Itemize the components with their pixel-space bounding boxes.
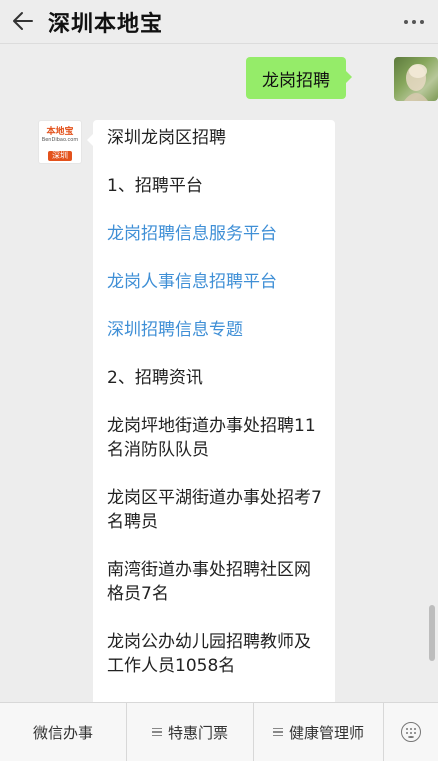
user-avatar-image [404,64,428,101]
message-text[interactable]: 南湾街道办事处招聘社区网格员7名 [107,558,323,606]
message-link[interactable]: 龙岗人事信息招聘平台 [107,270,323,294]
chat-title: 深圳本地宝 [48,11,164,37]
bot-avatar[interactable]: 本地宝 BenDibao.com 深圳 [38,120,82,164]
menu-item-label: 健康管理师 [288,723,364,742]
message-link[interactable]: 龙岗招聘信息服务平台 [107,222,323,246]
message-link[interactable]: 深圳招聘信息专题 [107,318,323,342]
bot-logo-city: 深圳 [48,151,72,161]
menu-item-label: 微信办事 [32,723,93,742]
message-text[interactable]: 龙岗公办幼儿园招聘教师及工作人员1058名 [107,630,323,678]
menu-item-3[interactable]: 健康管理师 [254,703,384,761]
back-button[interactable] [6,0,46,44]
message-text: 1、招聘平台 [107,176,203,196]
bottom-menu-bar: 微信办事 特惠门票 健康管理师 [0,702,438,761]
bot-message-bubble: 深圳龙岗区招聘 1、招聘平台龙岗招聘信息服务平台 龙岗人事信息招聘平台 深圳招聘信息专… [87,120,335,720]
menu-item-2[interactable]: 特惠门票 [127,703,254,761]
menu-item-label: 特惠门票 [167,723,228,742]
chat-header: 深圳本地宝 [0,0,438,44]
keyboard-icon [401,722,421,742]
chat-scrollbar[interactable] [429,605,435,661]
menu-lines-icon [151,726,162,739]
back-arrow-icon [13,11,33,30]
user-avatar[interactable] [394,57,438,101]
keyboard-toggle-button[interactable] [384,703,438,761]
menu-lines-icon [272,726,283,739]
message-text: 2、招聘资讯 [107,368,203,388]
more-dots-icon[interactable] [404,14,424,30]
message-text: 深圳龙岗区招聘 [107,128,226,148]
bot-logo-text: 本地宝 [46,127,74,137]
message-text[interactable]: 龙岗区平湖街道办事处招考7名聘员 [107,486,323,534]
message-text[interactable]: 龙岗坪地街道办事处招聘11名消防队队员 [107,414,323,462]
bot-logo-url: BenDibao.com [41,137,79,143]
user-message-bubble[interactable]: 龙岗招聘 [246,57,352,99]
menu-item-1[interactable]: 微信办事 [0,703,127,761]
